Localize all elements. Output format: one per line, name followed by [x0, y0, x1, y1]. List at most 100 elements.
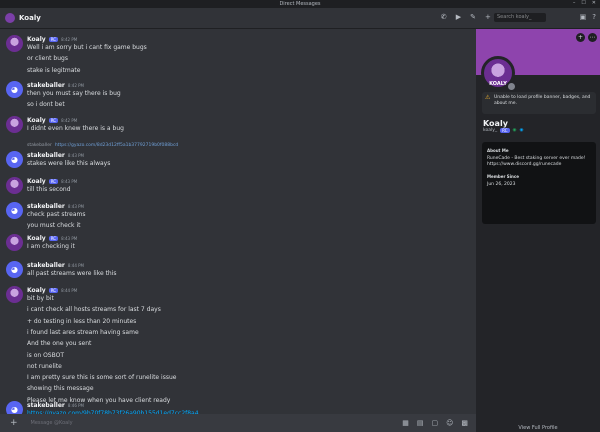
message-author[interactable]: stakeballer — [27, 203, 65, 210]
add-friends-icon[interactable]: + — [485, 13, 491, 21]
message-text: is on OSBOT — [27, 351, 65, 359]
pin-icon[interactable]: ✎ — [470, 13, 476, 21]
header-name[interactable]: Koaly — [19, 14, 41, 22]
badge-icon-2: ◉ — [519, 128, 524, 133]
gift-icon[interactable]: ▦ — [402, 419, 409, 427]
message-composer: + Message @Koaly ▦ ▤ ▢ ☺ ▩ — [0, 414, 476, 432]
message-author[interactable]: Koaly — [27, 36, 46, 43]
profile-warning: ⚠ Unable to load profile banner, badges,… — [482, 92, 596, 114]
message-text: you must check it — [27, 222, 81, 230]
dm-header: Koaly ✆ ▶ ✎ + ● Search koaly_ ▣ ? — [0, 8, 600, 29]
emoji-icon[interactable]: ☺ — [446, 419, 453, 427]
message-author[interactable]: stakeballer — [27, 402, 65, 409]
message-timestamp: 8:42 PM — [61, 37, 78, 42]
message-input[interactable]: Message @Koaly — [31, 420, 73, 426]
message-text: bit by bit — [27, 295, 54, 302]
message-author[interactable]: Koaly — [27, 235, 46, 242]
message-text: Well i am sorry but i cant fix game bugs — [27, 44, 147, 51]
server-tag: RC — [48, 37, 59, 42]
message-timestamp: 8:43 PM — [67, 153, 84, 158]
message-text: And the one you sent — [27, 340, 92, 348]
message-text: check past streams — [27, 211, 86, 218]
message-author[interactable]: Koaly — [27, 287, 46, 294]
message-text: I am checking it — [27, 243, 75, 250]
message-text: + do testing in less than 20 minutes — [27, 317, 137, 325]
header-avatar[interactable] — [5, 13, 15, 23]
view-full-profile-link[interactable]: View Full Profile — [476, 425, 600, 431]
about-link[interactable]: https://www.discord.gg/runecade — [487, 162, 593, 168]
profile-tag: RC — [500, 128, 510, 133]
message-author[interactable]: stakeballer — [27, 262, 65, 269]
message-avatar[interactable]: ◕ — [6, 151, 23, 168]
message-text: till this second — [27, 186, 71, 193]
message-list: Koaly RC 8:42 PM Well i am sorry but i cant… — [0, 29, 476, 414]
message-header: stakeballer 8:46 PM — [27, 402, 84, 409]
search-input[interactable]: Search koaly_ — [494, 13, 546, 22]
maximize-icon[interactable]: ☐ — [581, 0, 585, 6]
add-friend-icon[interactable]: + — [576, 33, 585, 42]
message-timestamp: 8:43 PM — [67, 204, 84, 209]
message-author[interactable]: stakeballer — [27, 152, 65, 159]
message-timestamp: 8:43 PM — [61, 236, 78, 241]
gif-icon[interactable]: ▤ — [417, 419, 424, 427]
message-avatar[interactable] — [6, 286, 23, 303]
sticker-icon[interactable]: ▢ — [431, 419, 438, 427]
message-header: stakeballer 8:42 PM — [27, 82, 84, 89]
message-author[interactable]: Koaly — [27, 178, 46, 185]
profile-avatar-text: KOALY — [489, 81, 507, 87]
window-titlebar: Direct Messages – ☐ ✕ — [0, 0, 600, 8]
message-avatar[interactable]: ◕ — [6, 261, 23, 278]
message-text: i cant check all hosts streams for last … — [27, 306, 161, 314]
profile-subline: koaly_ RC ◉ ◉ — [483, 128, 523, 133]
reply-preview[interactable]: stakeballer https://gyazo.com/8d23d12ff5a… — [27, 143, 178, 148]
message-author[interactable]: stakeballer — [27, 82, 65, 89]
composer-icons: ▦ ▤ ▢ ☺ ▩ — [402, 419, 468, 427]
message-timestamp: 8:44 PM — [61, 288, 78, 293]
message-avatar[interactable] — [6, 35, 23, 52]
about-label: About Me — [487, 148, 509, 153]
message-text: I didnt even knew there is a bug — [27, 125, 124, 132]
message-text: i found last ares stream having same — [27, 328, 139, 336]
member-since-label: Member Since — [487, 174, 519, 179]
message-text: showing this message — [27, 385, 94, 393]
message-author[interactable]: Koaly — [27, 117, 46, 124]
server-tag: RC — [48, 179, 59, 184]
profile-panel: + ⋯ KOALY ⚠ Unable to load profile banne… — [476, 29, 600, 432]
message-header: stakeballer 8:44 PM — [27, 262, 84, 269]
window-title: Direct Messages — [279, 1, 321, 7]
profile-name: Koaly — [483, 119, 508, 128]
message-header: Koaly RC 8:42 PM — [27, 36, 77, 43]
message-avatar[interactable]: ◕ — [6, 202, 23, 219]
message-avatar[interactable]: ◕ — [6, 401, 23, 414]
video-call-icon[interactable]: ▶ — [456, 13, 461, 21]
message-text: then you must say there is bug — [27, 90, 121, 97]
minimize-icon[interactable]: – — [573, 0, 576, 6]
voice-call-icon[interactable]: ✆ — [441, 13, 447, 21]
message-header: Koaly RC 8:43 PM — [27, 235, 77, 242]
server-tag: RC — [48, 288, 59, 293]
message-avatar[interactable] — [6, 234, 23, 251]
message-timestamp: 8:44 PM — [67, 263, 84, 268]
help-icon[interactable]: ? — [592, 13, 596, 21]
inbox-icon[interactable]: ▣ — [580, 13, 587, 21]
message-header: stakeballer 8:43 PM — [27, 152, 84, 159]
apps-icon[interactable]: ▩ — [461, 419, 468, 427]
badge-icon: ◉ — [512, 128, 517, 133]
more-icon[interactable]: ⋯ — [588, 33, 597, 42]
reply-link[interactable]: https://gyazo.com/8d23d12ff5a1b37792719b… — [55, 143, 178, 148]
message-avatar[interactable] — [6, 116, 23, 133]
message-text: so i dont bet — [27, 101, 65, 109]
message-header: Koaly RC 8:43 PM — [27, 178, 77, 185]
message-text: not runelite — [27, 362, 62, 370]
banner-buttons: + ⋯ — [576, 33, 597, 42]
message-header: stakeballer 8:43 PM — [27, 203, 84, 210]
attach-icon[interactable]: + — [10, 418, 18, 428]
message-text: stakes were like this always — [27, 160, 111, 167]
message-avatar[interactable]: ◕ — [6, 81, 23, 98]
close-icon[interactable]: ✕ — [592, 0, 596, 6]
profile-card: About Me RuneCade - Best staking server … — [482, 142, 596, 224]
message-avatar[interactable] — [6, 177, 23, 194]
reply-author: stakeballer — [27, 143, 52, 148]
message-timestamp: 8:43 PM — [61, 179, 78, 184]
message-header: Koaly RC 8:42 PM — [27, 117, 77, 124]
